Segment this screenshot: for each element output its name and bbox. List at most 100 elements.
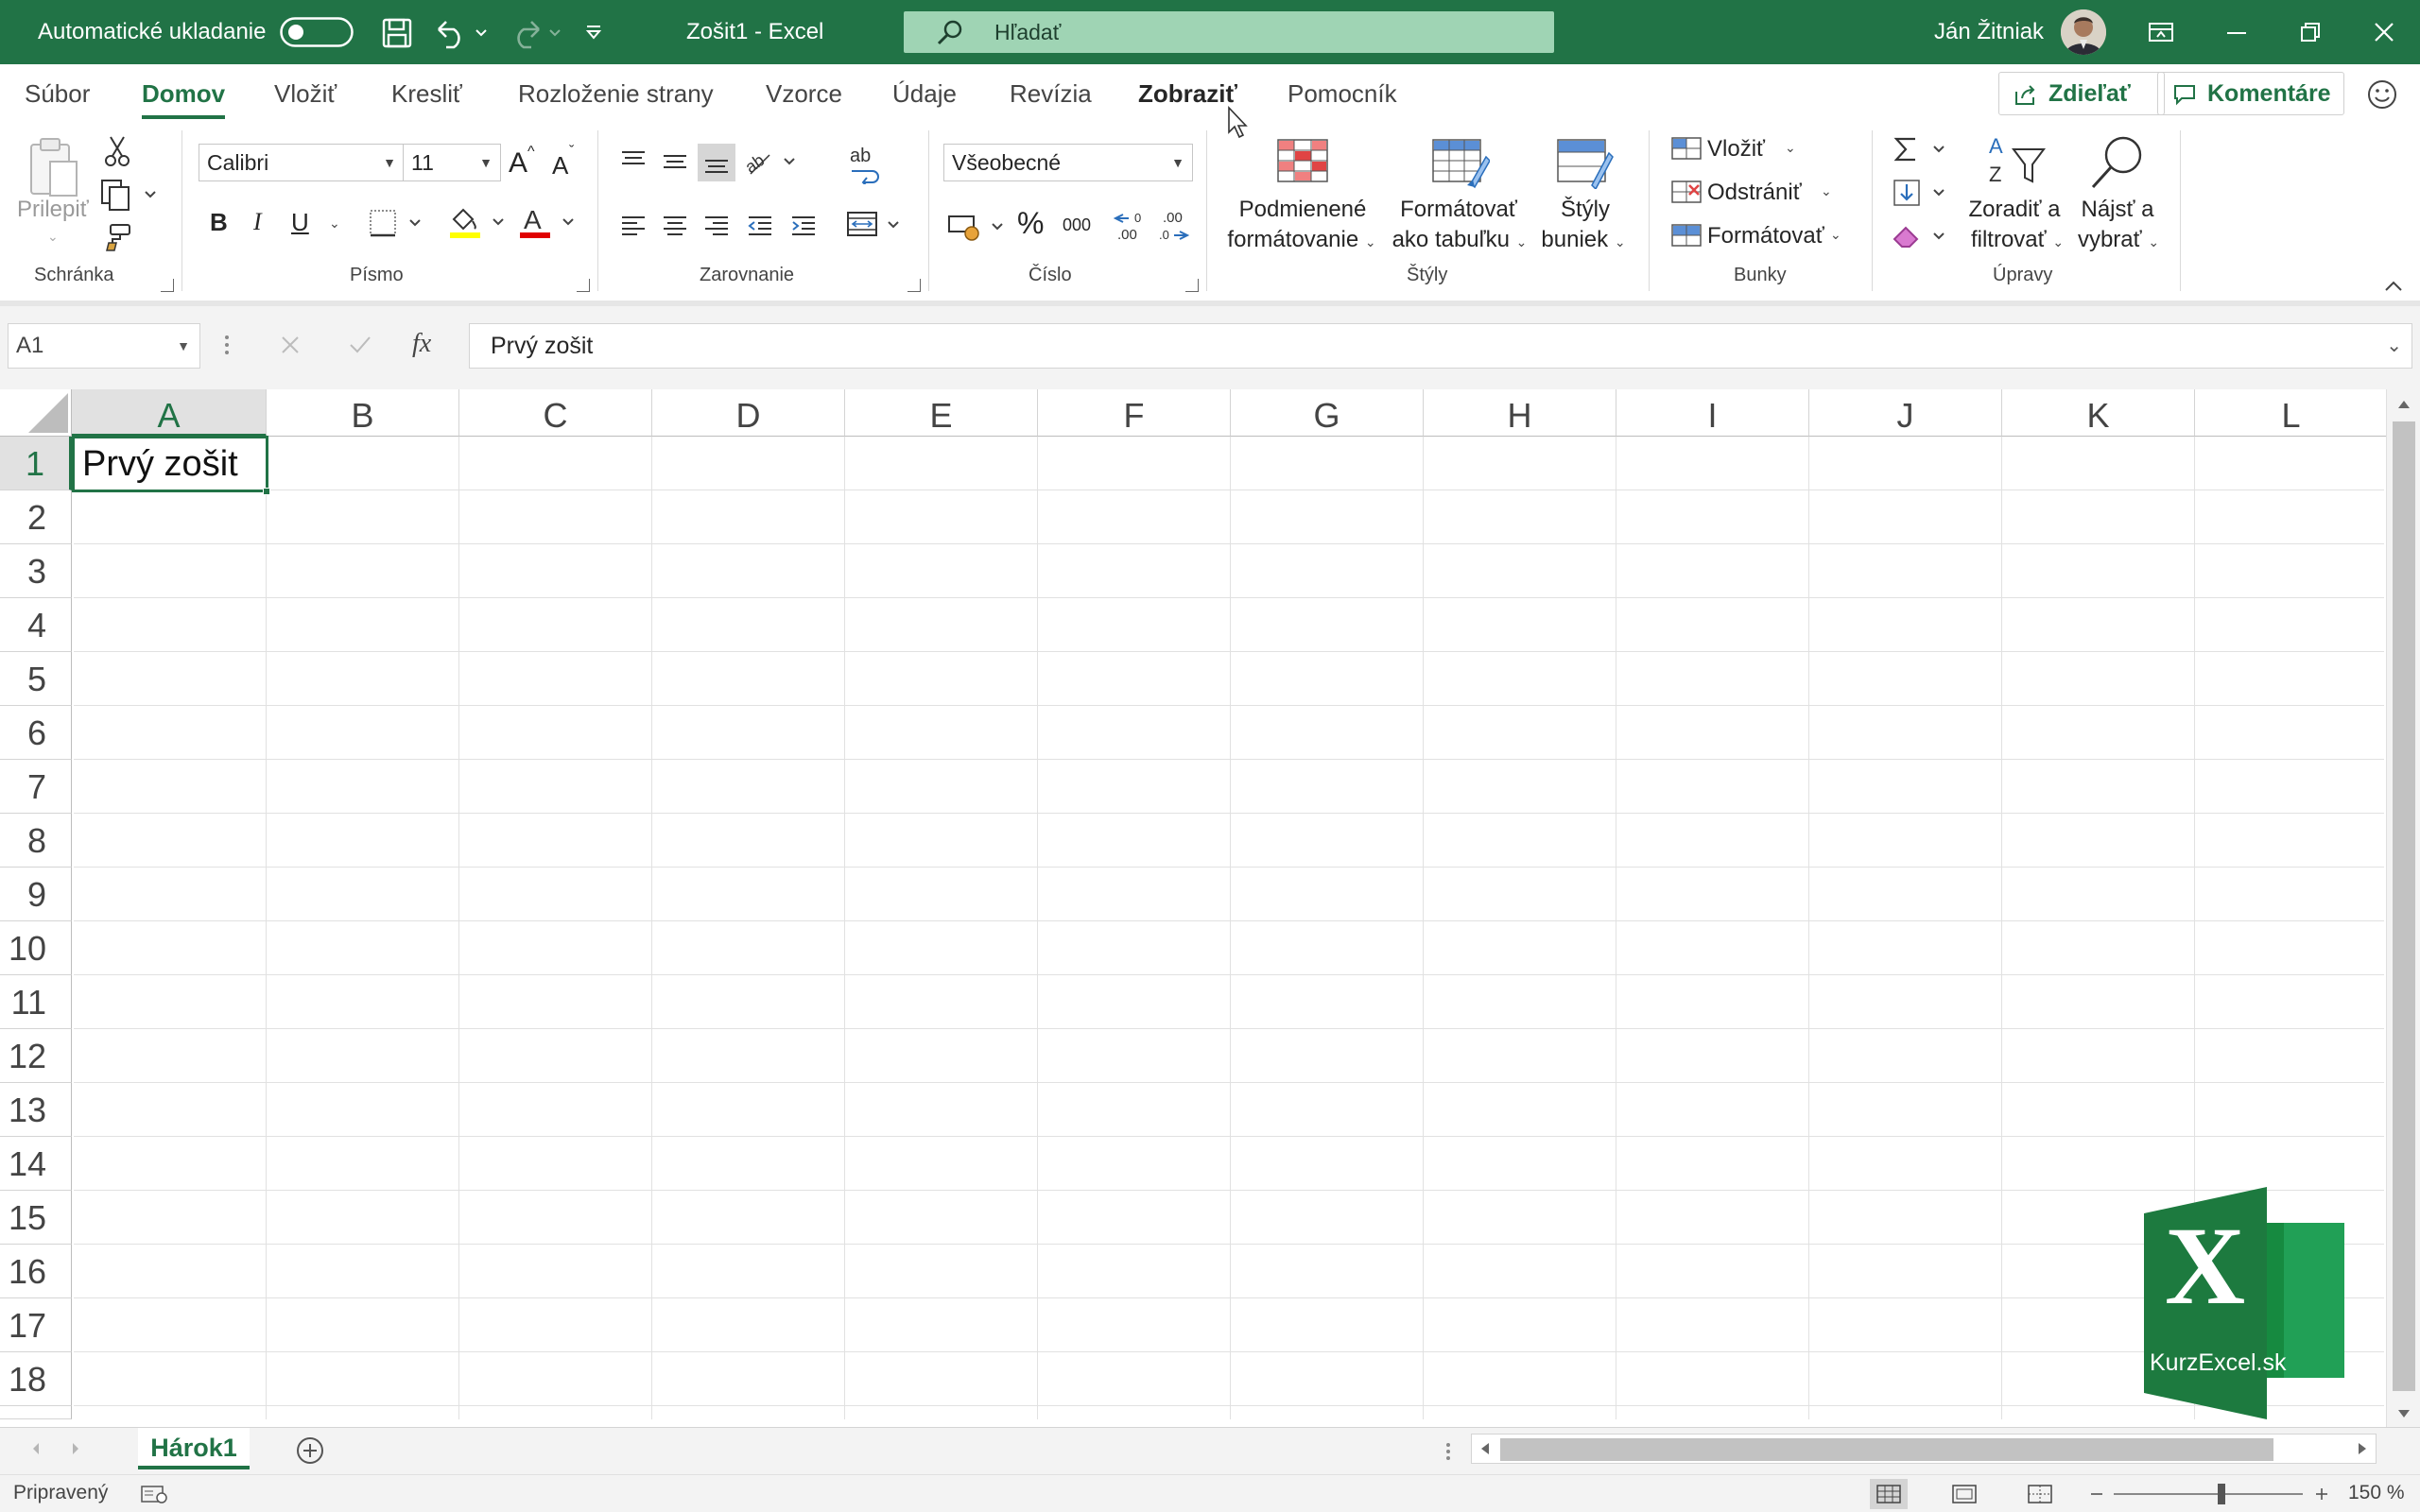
horizontal-scroll-thumb[interactable]	[1500, 1438, 2273, 1461]
previous-sheet-icon[interactable]	[26, 1439, 45, 1458]
cut-icon[interactable]	[102, 134, 132, 168]
align-left-icon[interactable]	[614, 208, 652, 244]
scroll-down-icon[interactable]	[2394, 1404, 2413, 1423]
increase-indent-icon[interactable]	[785, 208, 822, 244]
cancel-entry-icon[interactable]	[274, 329, 306, 361]
paste-label[interactable]: Prilepiť	[17, 197, 89, 223]
sheet-tab-harok1[interactable]: Hárok1	[138, 1428, 250, 1469]
column-header-c[interactable]: C	[459, 389, 652, 437]
sort-filter-icon[interactable]: AZ	[1985, 132, 2051, 193]
find-select-label-2[interactable]: vybrať ⌄	[2066, 225, 2170, 257]
insert-function-button[interactable]: fx	[412, 329, 431, 359]
horizontal-scrollbar[interactable]	[1471, 1434, 2377, 1464]
bold-button[interactable]: B	[210, 208, 228, 237]
font-size-combo[interactable]: 11 ▼	[403, 144, 501, 181]
chevron-down-icon[interactable]: ⌄	[1821, 183, 1832, 199]
clear-icon[interactable]	[1891, 219, 1953, 253]
smiley-icon[interactable]	[2365, 77, 2399, 112]
delete-cells-label[interactable]: Odstrániť	[1707, 180, 1802, 206]
avatar[interactable]	[2061, 9, 2106, 55]
zoom-slider-thumb[interactable]	[2218, 1484, 2225, 1504]
row-header-18[interactable]: 18	[0, 1352, 72, 1406]
tab-data[interactable]: Údaje	[892, 64, 957, 123]
row-header-1[interactable]: 1	[0, 437, 72, 490]
comma-style-button[interactable]: 000	[1063, 215, 1091, 235]
scroll-left-icon[interactable]	[1478, 1440, 1495, 1457]
clipboard-dialog-launcher[interactable]	[161, 279, 174, 292]
number-format-combo[interactable]: Všeobecné ▼	[943, 144, 1193, 181]
decrease-indent-icon[interactable]	[741, 208, 779, 244]
tab-home[interactable]: Domov	[142, 64, 226, 123]
autosum-icon[interactable]	[1891, 132, 1953, 166]
page-layout-view-icon[interactable]	[1945, 1479, 1983, 1509]
paste-icon[interactable]	[21, 132, 87, 204]
tab-file[interactable]: Súbor	[25, 64, 90, 123]
shrink-font-button[interactable]: A	[552, 151, 568, 180]
zoom-level[interactable]: 150 %	[2348, 1475, 2405, 1511]
row-header-9[interactable]: 9	[0, 868, 72, 921]
zoom-slider[interactable]	[2114, 1493, 2303, 1495]
decrease-decimal-icon[interactable]: .00.0	[1155, 206, 1191, 244]
conditional-formatting-icon[interactable]	[1274, 138, 1331, 185]
row-header-6[interactable]: 6	[0, 706, 72, 760]
wrap-text-icon[interactable]: ab	[841, 144, 889, 185]
format-as-table-label-1[interactable]: Formátovať	[1388, 195, 1530, 225]
cell-styles-icon[interactable]	[1554, 138, 1615, 189]
tab-review[interactable]: Revízia	[1010, 64, 1092, 123]
search-box[interactable]: Hľadať	[904, 11, 1554, 53]
tab-draw[interactable]: Kresliť	[391, 64, 462, 123]
tab-page-layout[interactable]: Rozloženie strany	[518, 64, 714, 123]
tab-help[interactable]: Pomocník	[1288, 64, 1397, 123]
column-header-k[interactable]: K	[2002, 389, 2195, 437]
vertical-scroll-thumb[interactable]	[2393, 421, 2415, 1391]
align-center-icon[interactable]	[656, 208, 694, 244]
save-icon[interactable]	[378, 15, 416, 51]
column-header-i[interactable]: I	[1616, 389, 1809, 437]
confirm-entry-icon[interactable]	[344, 329, 376, 361]
font-dialog-launcher[interactable]	[577, 279, 590, 292]
column-header-f[interactable]: F	[1038, 389, 1231, 437]
row-header-16[interactable]: 16	[0, 1245, 72, 1298]
percent-style-button[interactable]: %	[1017, 206, 1044, 241]
copy-icon[interactable]	[98, 178, 161, 212]
align-right-icon[interactable]	[698, 208, 735, 244]
column-header-a[interactable]: A	[72, 389, 267, 437]
row-header-15[interactable]: 15	[0, 1191, 72, 1245]
column-header-b[interactable]: B	[267, 389, 459, 437]
format-as-table-icon[interactable]	[1429, 138, 1490, 189]
formula-input[interactable]: Prvý zošit ⌄	[469, 323, 2412, 369]
conditional-formatting-label-2[interactable]: formátovanie ⌄	[1223, 225, 1380, 257]
align-bottom-icon[interactable]	[698, 144, 735, 181]
page-break-view-icon[interactable]	[2021, 1479, 2059, 1509]
find-select-icon[interactable]	[2085, 132, 2148, 193]
row-header-10[interactable]: 10	[0, 921, 72, 975]
format-cells-label[interactable]: Formátovať	[1707, 223, 1824, 249]
orientation-icon[interactable]: ab	[743, 144, 800, 180]
number-dialog-launcher[interactable]	[1185, 279, 1199, 292]
sort-filter-label-1[interactable]: Zoradiť a	[1962, 195, 2066, 225]
increase-decimal-icon[interactable]: .00 0	[1112, 206, 1148, 244]
macro-recording-icon[interactable]	[138, 1483, 170, 1505]
chevron-down-icon[interactable]: ⌄	[1830, 227, 1841, 243]
format-cells-icon[interactable]	[1669, 219, 1703, 251]
tab-view[interactable]: Zobraziť	[1138, 64, 1237, 123]
delete-cells-icon[interactable]	[1669, 176, 1703, 208]
borders-icon[interactable]	[367, 206, 424, 240]
zoom-out-icon[interactable]	[2085, 1481, 2108, 1507]
underline-dropdown-icon[interactable]: ⌄	[329, 215, 340, 232]
autosave-toggle-icon[interactable]	[280, 17, 354, 47]
restore-icon[interactable]	[2293, 17, 2327, 47]
comments-button[interactable]: Komentáre	[2157, 72, 2344, 115]
chevron-down-icon[interactable]: ⌄	[1785, 140, 1796, 156]
row-header-17[interactable]: 17	[0, 1298, 72, 1352]
sort-filter-label-2[interactable]: filtrovať ⌄	[1957, 225, 2078, 257]
insert-cells-label[interactable]: Vložiť	[1707, 136, 1765, 163]
tab-insert[interactable]: Vložiť	[274, 64, 337, 123]
tab-formulas[interactable]: Vzorce	[766, 64, 842, 123]
normal-view-icon[interactable]	[1870, 1479, 1908, 1509]
underline-button[interactable]: U	[291, 208, 309, 237]
conditional-formatting-label-1[interactable]: Podmienené	[1225, 195, 1380, 225]
row-header-13[interactable]: 13	[0, 1083, 72, 1137]
scroll-up-icon[interactable]	[2394, 395, 2413, 414]
share-button[interactable]: Zdieľať	[1998, 72, 2165, 115]
